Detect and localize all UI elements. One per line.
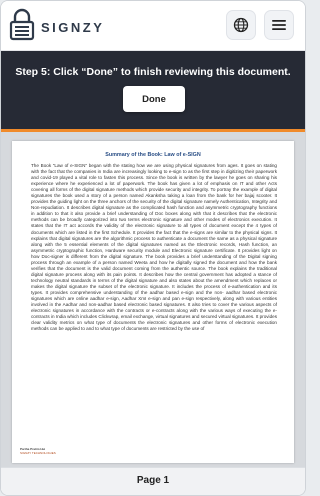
signzy-logo: SIGNZY <box>9 7 109 43</box>
menu-button[interactable] <box>264 10 294 40</box>
done-button[interactable]: Done <box>123 86 185 112</box>
step-banner: Step 5: Click “Done” to finish reviewing… <box>1 51 305 129</box>
signature-stamp: Partha Pratim Hui SIGNZY TECHNOLOGIES <box>20 446 56 458</box>
globe-icon <box>233 17 249 33</box>
language-button[interactable] <box>226 10 256 40</box>
brand-wordmark: SIGNZY <box>41 20 105 35</box>
step-instruction: Step 5: Click “Done” to finish reviewing… <box>15 66 291 78</box>
document-page: Summary of the Book: Law of e-SIGN The B… <box>12 141 294 463</box>
lock-logo-icon <box>9 8 35 41</box>
app-header: SIGNZY <box>1 1 305 51</box>
app-frame: SIGNZY Step 5: Click “Done” to finish re… <box>0 0 306 496</box>
stamp-company: SIGNZY TECHNOLOGIES <box>20 451 56 455</box>
document-viewer[interactable]: Summary of the Book: Law of e-SIGN The B… <box>1 132 305 467</box>
page-footer: Page 1 <box>1 467 305 495</box>
page-number-label: Page 1 <box>136 475 170 486</box>
document-title: Summary of the Book: Law of e-SIGN <box>105 152 201 158</box>
document-body: The Book “Law of e-SIGN” began with the … <box>31 163 277 332</box>
hamburger-menu-icon <box>272 20 286 30</box>
